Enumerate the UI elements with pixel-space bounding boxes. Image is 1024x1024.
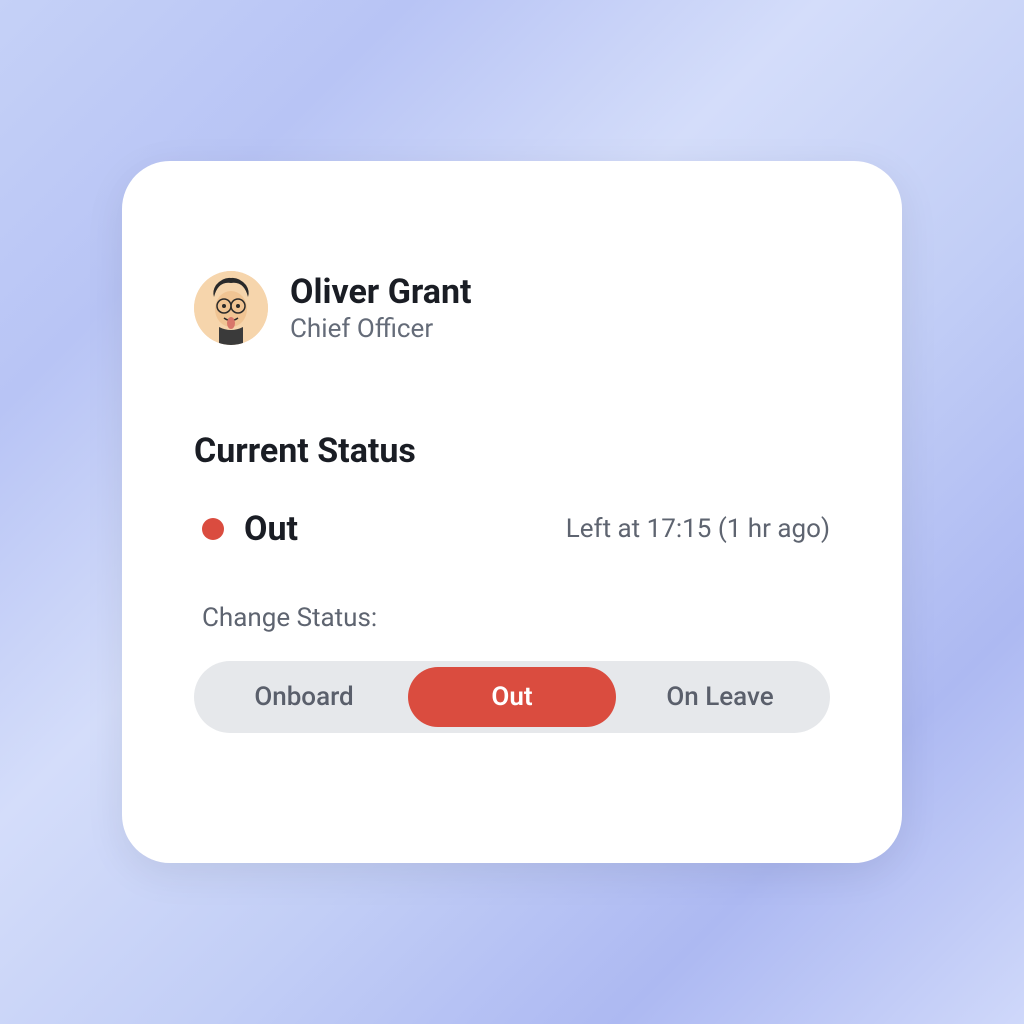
status-meta: Left at 17:15 (1 hr ago) [566, 514, 830, 544]
profile-text: Oliver Grant Chief Officer [290, 272, 472, 345]
status-dot-icon [202, 518, 224, 540]
change-status-label: Change Status: [194, 603, 830, 633]
section-title: Current Status [194, 431, 830, 471]
status-option-onleave[interactable]: On Leave [616, 667, 824, 727]
profile-row: Oliver Grant Chief Officer [194, 271, 830, 345]
status-left: Out [202, 509, 298, 549]
status-option-out[interactable]: Out [408, 667, 616, 727]
status-card: Oliver Grant Chief Officer Current Statu… [122, 161, 902, 863]
avatar [194, 271, 268, 345]
status-segmented-control: Onboard Out On Leave [194, 661, 830, 733]
status-row: Out Left at 17:15 (1 hr ago) [194, 509, 830, 549]
status-value: Out [244, 509, 298, 549]
status-option-onboard[interactable]: Onboard [200, 667, 408, 727]
profile-role: Chief Officer [290, 314, 472, 344]
profile-name: Oliver Grant [290, 272, 472, 313]
